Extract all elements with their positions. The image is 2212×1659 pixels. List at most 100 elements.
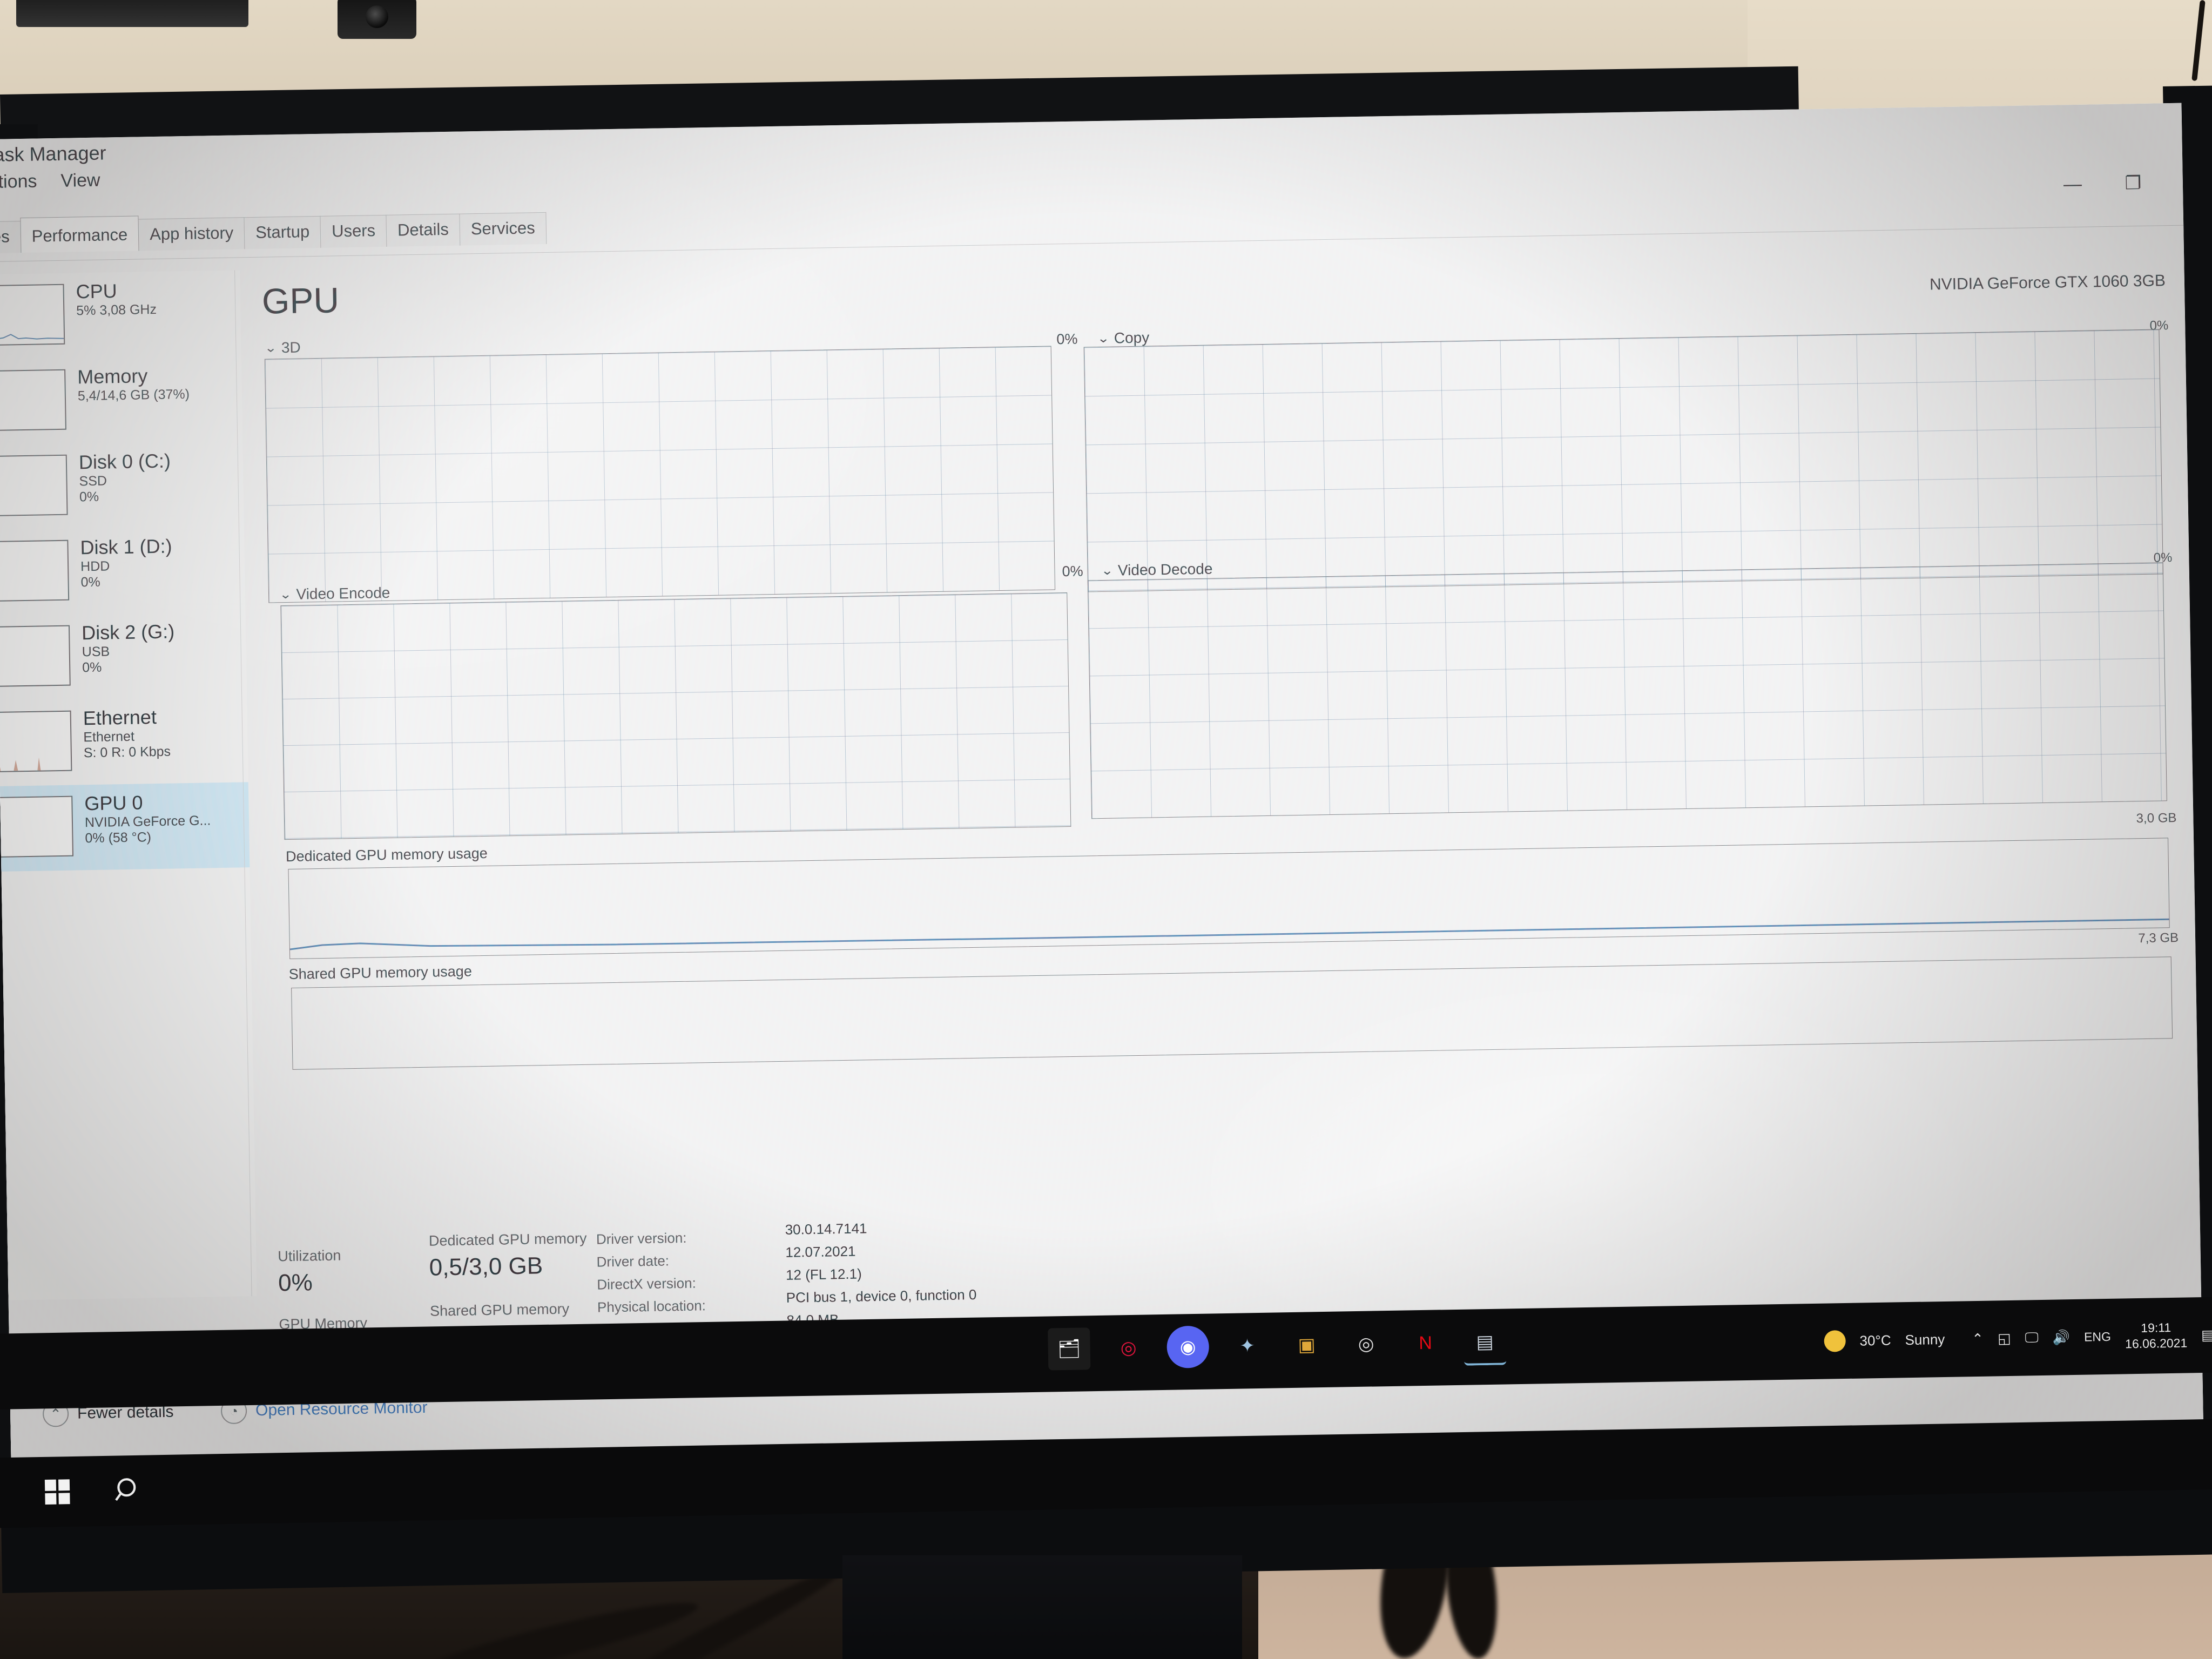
graph-video-encode: [280, 592, 1071, 840]
photo-environment: Task Manager Options View — ❐ ✕ ocesses …: [0, 0, 2212, 1659]
sidebar-item-sub2: 0%: [82, 659, 102, 676]
graph-label-shared-memory: Shared GPU memory usage: [288, 963, 473, 983]
shared-memory-max: 7,3 GB: [2138, 930, 2179, 946]
sidebar-item-memory[interactable]: Memory 5,4/14,6 GB (37%): [0, 355, 242, 446]
graph-copy-percent: 0%: [1056, 331, 1078, 348]
weather-condition[interactable]: Sunny: [1905, 1331, 1945, 1348]
tab-bar: ocesses Performance App history Startup …: [0, 209, 547, 254]
volume-icon[interactable]: 🔊: [2052, 1329, 2070, 1346]
driver-version-value: 30.0.14.7141: [785, 1220, 867, 1238]
monitor-screen: Task Manager Options View — ❐ ✕ ocesses …: [0, 103, 2204, 1473]
sidebar-item-disk2[interactable]: Disk 2 (G:) USB 0%: [0, 611, 247, 702]
steam-icon[interactable]: ✦: [1226, 1325, 1269, 1367]
tab-performance[interactable]: Performance: [20, 215, 139, 253]
graph-copy-grid: [1084, 329, 2163, 592]
chevron-down-icon: ⌄: [1097, 331, 1110, 345]
shared-memory-label: Shared GPU memory: [429, 1300, 570, 1319]
tab-processes[interactable]: ocesses: [0, 221, 22, 254]
weather-temperature[interactable]: 30°C: [1859, 1332, 1891, 1349]
task-manager-icon[interactable]: ▤: [1463, 1320, 1507, 1366]
sidebar-item-sub1: Ethernet: [83, 729, 135, 745]
tray-expand-chevron-icon[interactable]: ⌃: [1972, 1330, 1984, 1347]
graph-dedicated-memory: [288, 838, 2170, 959]
graph-shared-memory: [291, 956, 2173, 1070]
clock-date: 16.06.2021: [2125, 1336, 2188, 1351]
sidebar-item-label: Memory: [77, 365, 148, 388]
opera-icon[interactable]: ◎: [1107, 1326, 1150, 1369]
disk0-sparkline: [0, 454, 68, 517]
sidebar-item-sub2: 0% (58 °C): [85, 829, 152, 846]
ethernet-sparkline: [0, 710, 72, 773]
sidebar-item-sub2: 0%: [79, 489, 99, 505]
menu-bar: Options View: [0, 170, 100, 193]
sidebar-item-label: Ethernet: [83, 706, 157, 730]
directx-version-label: DirectX version:: [597, 1274, 697, 1293]
driver-date-value: 12.07.2021: [785, 1243, 856, 1260]
tab-startup[interactable]: Startup: [244, 215, 321, 249]
driver-version-label: Driver version:: [596, 1229, 687, 1247]
minimize-button[interactable]: —: [2042, 165, 2103, 204]
monitor-stand: [842, 1555, 1242, 1659]
gpu0-sparkline: [0, 795, 74, 858]
window-controls: — ❐ ✕: [2042, 163, 2203, 204]
graph-video-decode-percent: 0%: [1062, 563, 1083, 580]
gpu-performance-panel: GPU NVIDIA GeForce GTX 1060 3GB ⌄ 3D 0% ⌄…: [248, 238, 2188, 1350]
sidebar-item-disk1[interactable]: Disk 1 (D:) HDD 0%: [0, 526, 246, 616]
dedicated-memory-label: Dedicated GPU memory: [428, 1230, 587, 1249]
sidebar-item-sub1: USB: [82, 644, 110, 660]
disk1-sparkline: [0, 539, 70, 602]
directx-version-value: 12 (FL 12.1): [785, 1265, 862, 1283]
discord-icon[interactable]: ◉: [1166, 1325, 1210, 1368]
utilization-value: 0%: [278, 1269, 313, 1297]
dedicated-memory-value: 0,5/3,0 GB: [429, 1252, 543, 1281]
physical-location-value: PCI bus 1, device 0, function 0: [786, 1286, 977, 1306]
sidebar-item-label: CPU: [76, 280, 118, 303]
page-title: GPU: [261, 280, 340, 321]
graph-label-video-encode[interactable]: ⌄ Video Encode: [279, 584, 390, 603]
sidebar-item-gpu0[interactable]: GPU 0 NVIDIA GeForce G... 0% (58 °C): [0, 782, 250, 872]
window-title: Task Manager: [0, 141, 106, 166]
app-yellow-icon[interactable]: ▣: [1285, 1324, 1328, 1366]
chevron-down-icon: ⌄: [264, 341, 278, 355]
sidebar-item-disk0[interactable]: Disk 0 (C:) SSD 0%: [0, 441, 244, 531]
tab-users[interactable]: Users: [320, 214, 387, 248]
menu-item-view[interactable]: View: [60, 170, 100, 192]
graph-video-decode: [1087, 562, 2167, 819]
network-icon[interactable]: 🖵: [2025, 1329, 2039, 1346]
graph-copy: [1083, 329, 2163, 592]
sidebar-item-label: Disk 2 (G:): [81, 620, 175, 644]
onedrive-icon[interactable]: ◱: [1998, 1330, 2011, 1346]
disk2-sparkline: [0, 625, 71, 687]
notification-icon[interactable]: ▤: [2201, 1326, 2212, 1343]
sidebar-item-ethernet[interactable]: Ethernet Ethernet S: 0 R: 0 Kbps: [0, 697, 248, 787]
sidebar-item-sub1: NVIDIA GeForce G...: [84, 813, 211, 830]
tab-details[interactable]: Details: [386, 213, 461, 247]
graph-label-copy[interactable]: ⌄ Copy: [1097, 328, 1149, 347]
tab-app-history[interactable]: App history: [138, 217, 245, 251]
weather-sun-icon[interactable]: [1824, 1330, 1846, 1352]
restore-button[interactable]: ❐: [2102, 164, 2163, 203]
graph-video-encode-grid: [281, 593, 1071, 840]
cpu-sparkline: [0, 284, 65, 346]
netflix-icon[interactable]: N: [1404, 1321, 1447, 1364]
cpu-spark-svg: [0, 308, 64, 341]
sidebar-item-cpu[interactable]: CPU 5% 3,08 GHz: [0, 270, 241, 360]
file-explorer-icon[interactable]: 🗂: [1048, 1327, 1091, 1371]
graph-label-video-decode[interactable]: ⌄ Video Decode: [1101, 560, 1212, 579]
clock[interactable]: 19:11 16.06.2021: [2125, 1320, 2188, 1352]
windows-start-icon[interactable]: [44, 1478, 72, 1507]
language-indicator[interactable]: ENG: [2084, 1329, 2111, 1344]
graph-label-dedicated-memory: Dedicated GPU memory usage: [285, 845, 488, 865]
spiral-app-icon[interactable]: ◎: [1345, 1323, 1387, 1365]
driver-date-label: Driver date:: [596, 1252, 670, 1270]
clock-time: 19:11: [2141, 1320, 2171, 1336]
sidebar-item-sub2: S: 0 R: 0 Kbps: [83, 744, 171, 761]
tab-services[interactable]: Services: [459, 212, 547, 246]
menu-item-options[interactable]: Options: [0, 171, 37, 193]
sidebar-item-sub1: 5,4/14,6 GB (37%): [77, 386, 190, 404]
sidebar-item-sub1: 5% 3,08 GHz: [76, 301, 157, 319]
graph-label-3d[interactable]: ⌄ 3D: [264, 338, 301, 356]
search-icon[interactable]: [114, 1476, 145, 1507]
sidebar-item-label: Disk 0 (C:): [78, 449, 171, 474]
dedicated-memory-max: 3,0 GB: [2136, 811, 2177, 826]
